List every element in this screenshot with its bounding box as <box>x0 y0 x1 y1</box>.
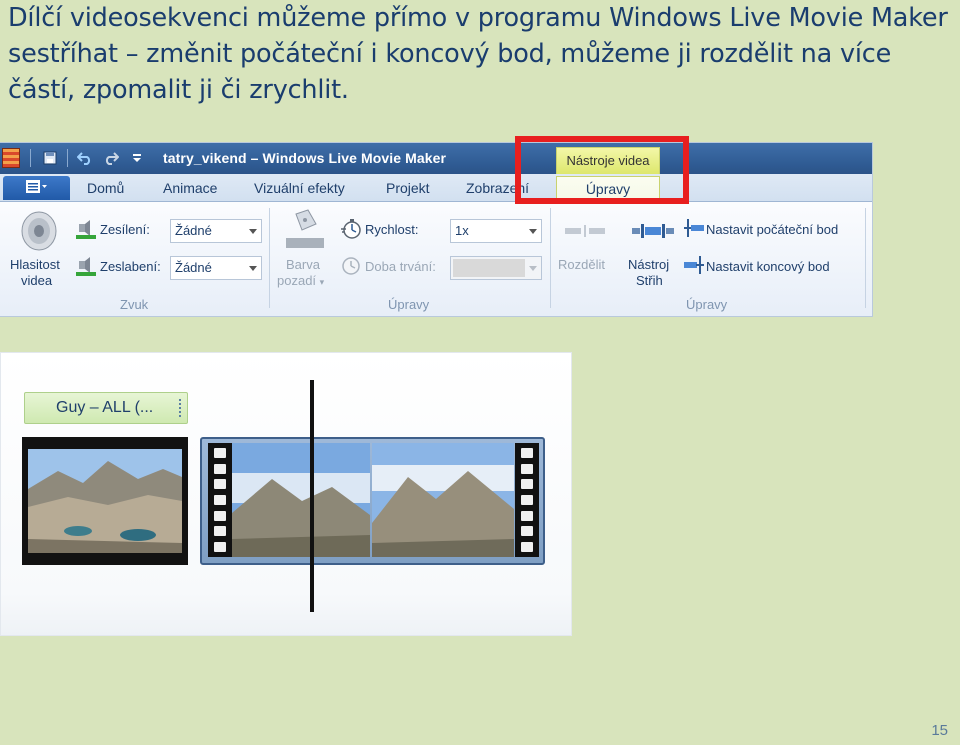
group-separator <box>269 208 270 308</box>
ribbon-body: Hlasitost videa Zesílení: Žádné Zeslaben… <box>0 202 872 316</box>
speed-select[interactable]: 1x <box>450 219 542 243</box>
fade-in-label: Zesílení: <box>100 222 150 237</box>
fade-in-icon <box>76 219 96 244</box>
split-icon <box>564 224 606 242</box>
tab-visual-effects[interactable]: Vizuální efekty <box>254 180 345 196</box>
group-separator <box>865 208 866 308</box>
speed-label: Rychlost: <box>365 222 419 237</box>
group-label-adjust: Úpravy <box>388 297 430 312</box>
film-strip-left <box>208 443 232 557</box>
set-start-point-icon <box>684 219 704 242</box>
window-title: tatry_vikend – Windows Live Movie Maker <box>163 150 447 166</box>
stopwatch-icon <box>341 219 361 244</box>
background-color-label2: pozadí <box>277 273 317 288</box>
fade-in-value: Žádné <box>175 223 212 238</box>
group-label-edit: Úpravy <box>686 297 728 312</box>
chevron-down-icon: ▾ <box>319 277 325 287</box>
trim-tool-icon <box>632 224 674 243</box>
group-label-audio: Zvuk <box>120 297 149 312</box>
chevron-down-icon <box>249 266 257 271</box>
save-icon[interactable] <box>41 149 59 167</box>
film-strip-right <box>515 443 539 557</box>
file-menu-button[interactable] <box>3 176 70 200</box>
video-clip[interactable] <box>22 437 188 565</box>
background-color-line2: pozadí ▾ <box>277 273 324 288</box>
volume-button[interactable]: Hlasitost <box>10 257 60 272</box>
timeline-screenshot: Guy – ALL (... <box>0 352 572 636</box>
clip-frame-1 <box>232 443 370 557</box>
chevron-down-icon <box>249 229 257 234</box>
split-button[interactable]: Rozdělit <box>558 257 605 272</box>
speed-value: 1x <box>455 223 469 238</box>
trim-tool-button[interactable]: Nástroj <box>628 257 669 272</box>
drag-handle-icon <box>179 399 181 417</box>
fade-out-value: Žádné <box>175 260 212 275</box>
clip-frame-2 <box>372 443 514 557</box>
tab-project[interactable]: Projekt <box>386 180 430 196</box>
fade-out-label: Zeslabení: <box>100 259 161 274</box>
mountain-image <box>372 443 514 557</box>
fade-out-icon <box>76 256 96 281</box>
mountain-image <box>232 443 370 557</box>
paint-bucket-icon <box>284 208 326 253</box>
set-start-point-button[interactable]: Nastavit počáteční bod <box>706 222 838 237</box>
ribbon-screenshot: tatry_vikend – Windows Live Movie Maker … <box>0 143 872 316</box>
volume-button-line2: videa <box>21 273 53 288</box>
app-icon <box>2 148 20 168</box>
undo-icon[interactable] <box>76 149 94 167</box>
duration-value-box <box>453 259 525 277</box>
speaker-icon <box>20 210 58 257</box>
tab-home[interactable]: Domů <box>87 180 124 196</box>
highlight-frame <box>515 136 689 204</box>
redo-icon[interactable] <box>102 149 120 167</box>
selected-video-clip[interactable] <box>200 437 545 565</box>
title-bar: tatry_vikend – Windows Live Movie Maker … <box>0 143 872 174</box>
music-clip-label: Guy – ALL (... <box>56 399 154 416</box>
duration-select[interactable] <box>450 256 542 280</box>
background-color-button[interactable]: Barva <box>286 257 320 272</box>
duration-label: Doba trvání: <box>365 259 436 274</box>
slide-number: 15 <box>931 722 948 739</box>
set-end-point-button[interactable]: Nastavit koncový bod <box>706 259 830 274</box>
set-end-point-icon <box>684 256 704 279</box>
slide-text: Dílčí videosekvenci můžeme přímo v progr… <box>8 3 948 105</box>
chevron-down-icon <box>529 229 537 234</box>
clock-icon <box>341 256 361 281</box>
clip-thumbnail <box>28 449 182 553</box>
music-clip[interactable]: Guy – ALL (... <box>24 392 188 424</box>
playhead[interactable] <box>310 380 314 612</box>
tab-animations[interactable]: Animace <box>163 180 217 196</box>
menu-icon <box>25 179 48 197</box>
customize-icon[interactable] <box>128 149 146 167</box>
fade-in-select[interactable]: Žádné <box>170 219 262 243</box>
group-separator <box>550 208 551 308</box>
quick-access-toolbar <box>30 149 154 167</box>
chevron-down-icon <box>529 266 537 271</box>
tab-bar: Domů Animace Vizuální efekty Projekt Zob… <box>0 174 872 203</box>
trim-tool-line2: Střih <box>636 273 663 288</box>
mountain-lake-image <box>28 449 182 553</box>
fade-out-select[interactable]: Žádné <box>170 256 262 280</box>
